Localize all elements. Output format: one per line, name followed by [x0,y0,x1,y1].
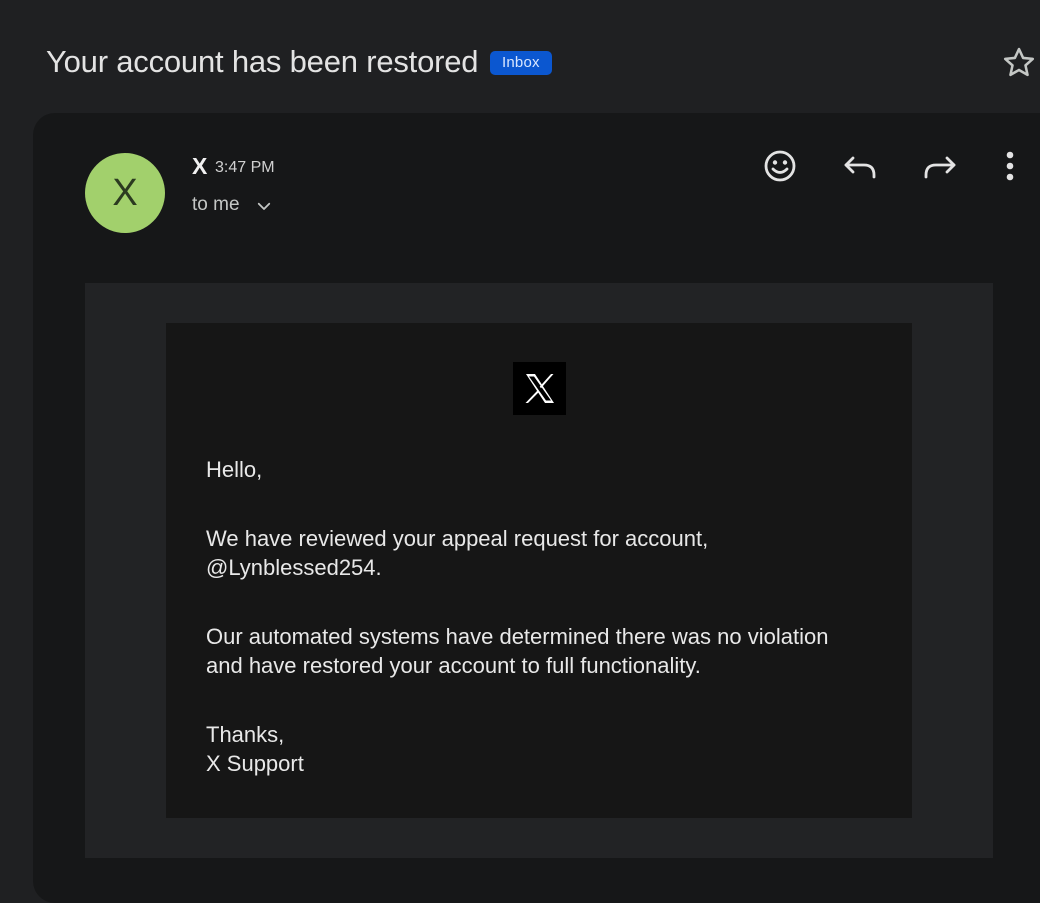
x-logo [513,362,566,415]
inbox-label-badge[interactable]: Inbox [490,51,552,75]
star-icon[interactable] [1000,44,1038,82]
sender-avatar[interactable]: X [85,153,165,233]
reply-icon[interactable] [840,146,880,186]
subject-row: Your account has been restored Inbox [0,0,1040,112]
emoji-react-icon[interactable] [760,146,800,186]
body-paragraph-2-line-1: Our automated systems have determined th… [206,624,829,649]
body-paragraph-1-line-2: @Lynblessed254. [206,555,382,580]
email-subject: Your account has been restored [46,44,479,79]
message-time: 3:47 PM [215,159,275,176]
body-paragraph-2-line-2: and have restored your account to full f… [206,653,701,678]
greeting-text: Hello, [206,457,263,482]
forward-icon[interactable] [920,146,960,186]
signoff-text: Thanks, [206,722,285,747]
more-options-icon[interactable] [990,146,1030,186]
signature-text: X Support [206,751,304,776]
recipient-label[interactable]: to me [192,194,240,216]
sender-name[interactable]: X [192,153,207,180]
chevron-down-icon[interactable] [255,197,273,215]
body-paragraph-1-line-1: We have reviewed your appeal request for… [206,526,709,551]
